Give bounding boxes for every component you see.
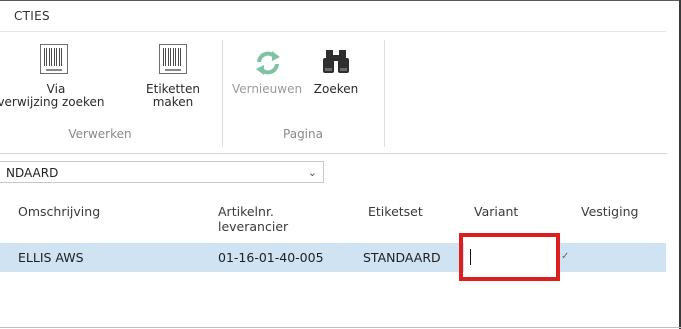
group-separator bbox=[222, 40, 223, 147]
highlight-annotation bbox=[459, 233, 560, 281]
column-header-label: Vestiging bbox=[581, 204, 639, 219]
via-verwijzing-zoeken-button[interactable]: Via verwijzing zoeken bbox=[0, 40, 108, 120]
via-verwijzing-zoeken-label-line2: verwijzing zoeken bbox=[0, 95, 105, 109]
group-label-verwerken: Verwerken bbox=[68, 127, 132, 141]
column-header-label: leverancier bbox=[218, 219, 289, 234]
ribbon-tab-acties[interactable]: CTIES bbox=[14, 9, 50, 23]
column-header-variant[interactable]: Variant bbox=[474, 204, 518, 219]
column-header-label: Variant bbox=[474, 204, 519, 219]
chevron-down-icon: ⌄ bbox=[307, 166, 317, 179]
column-header-label: Omschrijving bbox=[18, 204, 101, 219]
ribbon-bottom-divider bbox=[0, 153, 667, 154]
zoeken-label: Zoeken bbox=[313, 82, 359, 96]
vernieuwen-label: Vernieuwen bbox=[231, 82, 303, 96]
view-filter-dropdown[interactable]: NDAARD ⌄ bbox=[0, 161, 324, 183]
column-header-vestiging[interactable]: Vestiging bbox=[581, 204, 638, 219]
ribbon-tab-divider bbox=[0, 31, 666, 32]
etiketten-maken-label-line2: maken bbox=[152, 95, 194, 109]
column-header-artikelnr-leverancier[interactable]: Artikelnr. leverancier bbox=[218, 204, 288, 234]
column-header-etiketset[interactable]: Etiketset bbox=[368, 204, 423, 219]
vernieuwen-button[interactable]: Vernieuwen bbox=[229, 40, 305, 120]
window-top-border bbox=[0, 0, 681, 1]
column-header-label: Etiketset bbox=[368, 204, 423, 219]
barcode-icon bbox=[40, 44, 68, 74]
group-separator bbox=[384, 40, 385, 147]
cell-artikelnr-leverancier[interactable]: 01-16-01-40-005 bbox=[218, 250, 324, 265]
cell-etiketset[interactable]: STANDAARD bbox=[363, 250, 441, 265]
zoeken-button[interactable]: Zoeken bbox=[305, 40, 367, 120]
view-filter-value: NDAARD bbox=[6, 166, 59, 180]
etiketten-maken-button[interactable]: Etiketten maken bbox=[144, 40, 202, 120]
window-bottom-border bbox=[0, 327, 681, 328]
group-label-pagina: Pagina bbox=[283, 127, 323, 141]
refresh-icon bbox=[256, 51, 280, 75]
cell-omschrijving[interactable]: ELLIS AWS bbox=[18, 250, 84, 265]
binoculars-icon bbox=[323, 50, 349, 73]
column-header-omschrijving[interactable]: Omschrijving bbox=[18, 204, 100, 219]
chevron-down-icon[interactable]: ✓ bbox=[561, 251, 569, 262]
barcode-icon bbox=[159, 44, 187, 74]
column-header-label: Artikelnr. bbox=[218, 204, 274, 219]
